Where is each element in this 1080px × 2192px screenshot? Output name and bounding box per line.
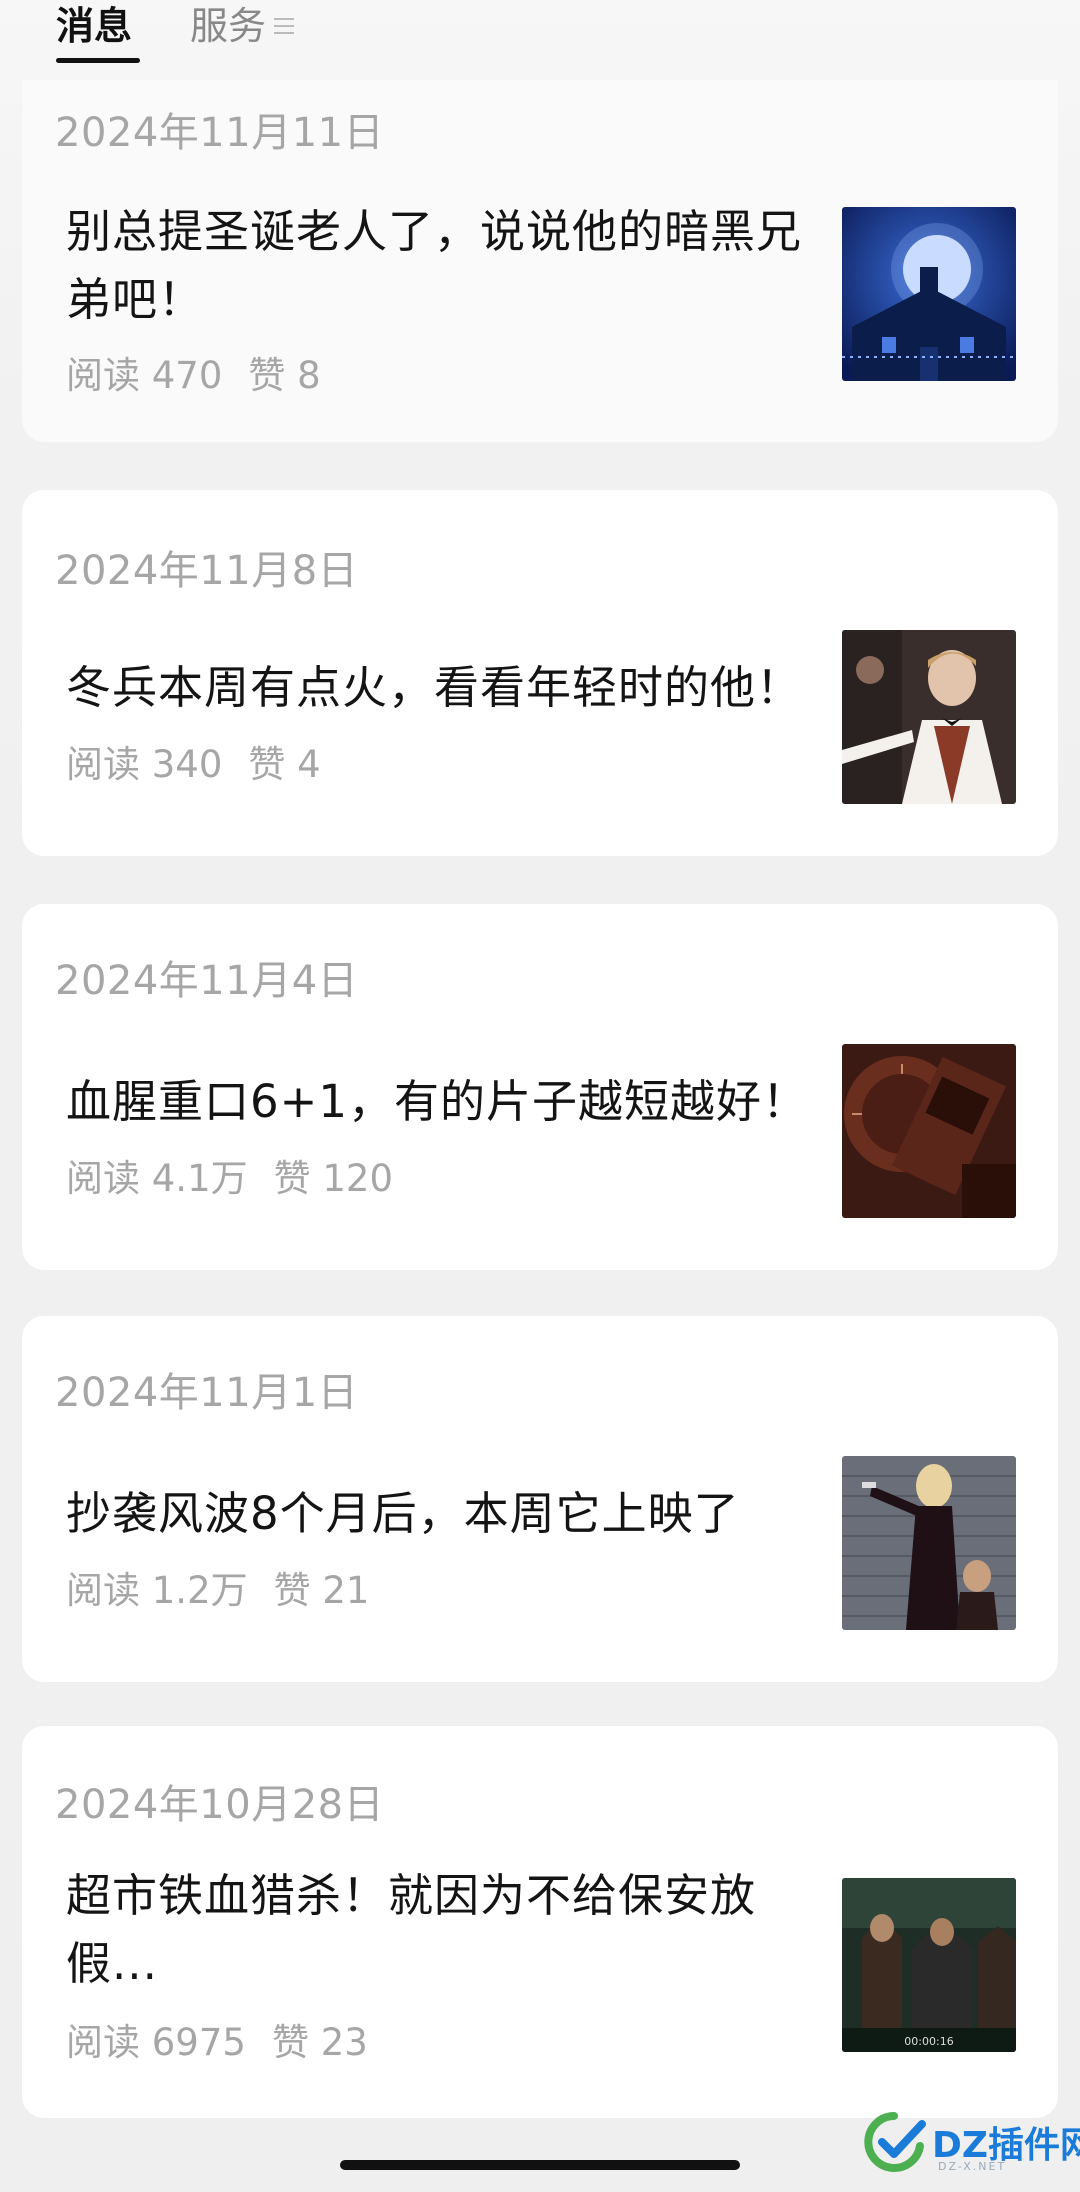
moon-house-image[interactable] — [842, 207, 1016, 381]
article-card[interactable]: 2024年11月11日 别总提圣诞老人了，说说他的暗黑兄弟吧！ 阅读 470 赞 … — [22, 80, 1058, 442]
tab-messages[interactable]: 消息 — [56, 0, 140, 63]
top-tabs: 消息 服务 — [0, 0, 1080, 70]
like-count: 赞 4 — [248, 743, 321, 786]
active-tab-underline — [56, 58, 140, 63]
read-count: 阅读 470 — [66, 354, 223, 397]
watermark-logo: DZ插件网 DZ-X.NET — [860, 2110, 1080, 2180]
article-date: 2024年10月28日 — [55, 1782, 385, 1828]
article-card[interactable]: 2024年11月1日 抄袭风波8个月后，本周它上映了 阅读 1.2万赞 21 — [22, 1316, 1058, 1682]
man-in-tuxedo-image[interactable] — [842, 630, 1016, 804]
like-count: 赞 23 — [271, 2021, 368, 2064]
article-title[interactable]: 别总提圣诞老人了，说说他的暗黑兄弟吧！ — [66, 198, 836, 334]
watermark-subtext: DZ-X.NET — [938, 2160, 1007, 2173]
article-meta: 阅读 4.1万赞 120 — [66, 1148, 393, 1202]
read-count: 阅读 1.2万 — [66, 1569, 248, 1612]
read-count: 阅读 4.1万 — [66, 1157, 248, 1200]
clock-gadget-image[interactable] — [842, 1044, 1016, 1218]
article-date: 2024年11月4日 — [55, 958, 359, 1004]
tab-messages-label: 消息 — [56, 4, 133, 48]
read-count: 阅读 340 — [66, 743, 223, 786]
check-logo-icon — [864, 2112, 926, 2172]
article-date: 2024年11月8日 — [55, 548, 359, 594]
article-title[interactable]: 血腥重口6+1，有的片子越短越好！ — [66, 1068, 836, 1136]
article-meta: 阅读 340 赞 4 — [66, 734, 321, 788]
like-count: 赞 21 — [273, 1569, 370, 1612]
article-card[interactable]: 2024年11月4日 血腥重口6+1，有的片子越短越好！ 阅读 4.1万赞 12… — [22, 904, 1058, 1270]
article-title[interactable]: 冬兵本周有点火，看看年轻时的他！ — [66, 654, 836, 722]
page: 消息 服务 2024年11月11日 别总提圣诞老人了，说说他的暗黑兄弟吧！ 阅读… — [0, 0, 1080, 2192]
video-frame-image[interactable]: 00:00:16 — [842, 1878, 1016, 2052]
like-count: 赞 8 — [248, 354, 321, 397]
article-date: 2024年11月1日 — [55, 1370, 359, 1416]
woman-pointing-gun-image[interactable] — [842, 1456, 1016, 1630]
article-title[interactable]: 抄袭风波8个月后，本周它上映了 — [66, 1480, 836, 1548]
video-timestamp: 00:00:16 — [904, 2035, 953, 2048]
like-count: 赞 120 — [273, 1157, 393, 1200]
article-meta: 阅读 6975 赞 23 — [66, 2012, 368, 2066]
article-date: 2024年11月11日 — [55, 110, 385, 156]
home-indicator[interactable] — [340, 2160, 740, 2170]
article-card[interactable]: 2024年10月28日 超市铁血猎杀！就因为不给保安放假... 阅读 6975 赞… — [22, 1726, 1058, 2118]
article-meta: 阅读 470 赞 8 — [66, 345, 321, 399]
article-title[interactable]: 超市铁血猎杀！就因为不给保安放假... — [66, 1862, 836, 1998]
article-meta: 阅读 1.2万赞 21 — [66, 1560, 369, 1614]
tab-service-label: 服务 — [190, 4, 267, 48]
article-card[interactable]: 2024年11月8日 冬兵本周有点火，看看年轻时的他！ 阅读 340 赞 4 — [22, 490, 1058, 856]
menu-icon[interactable] — [274, 18, 294, 36]
read-count: 阅读 6975 — [66, 2021, 246, 2064]
tab-service[interactable]: 服务 — [190, 0, 266, 52]
